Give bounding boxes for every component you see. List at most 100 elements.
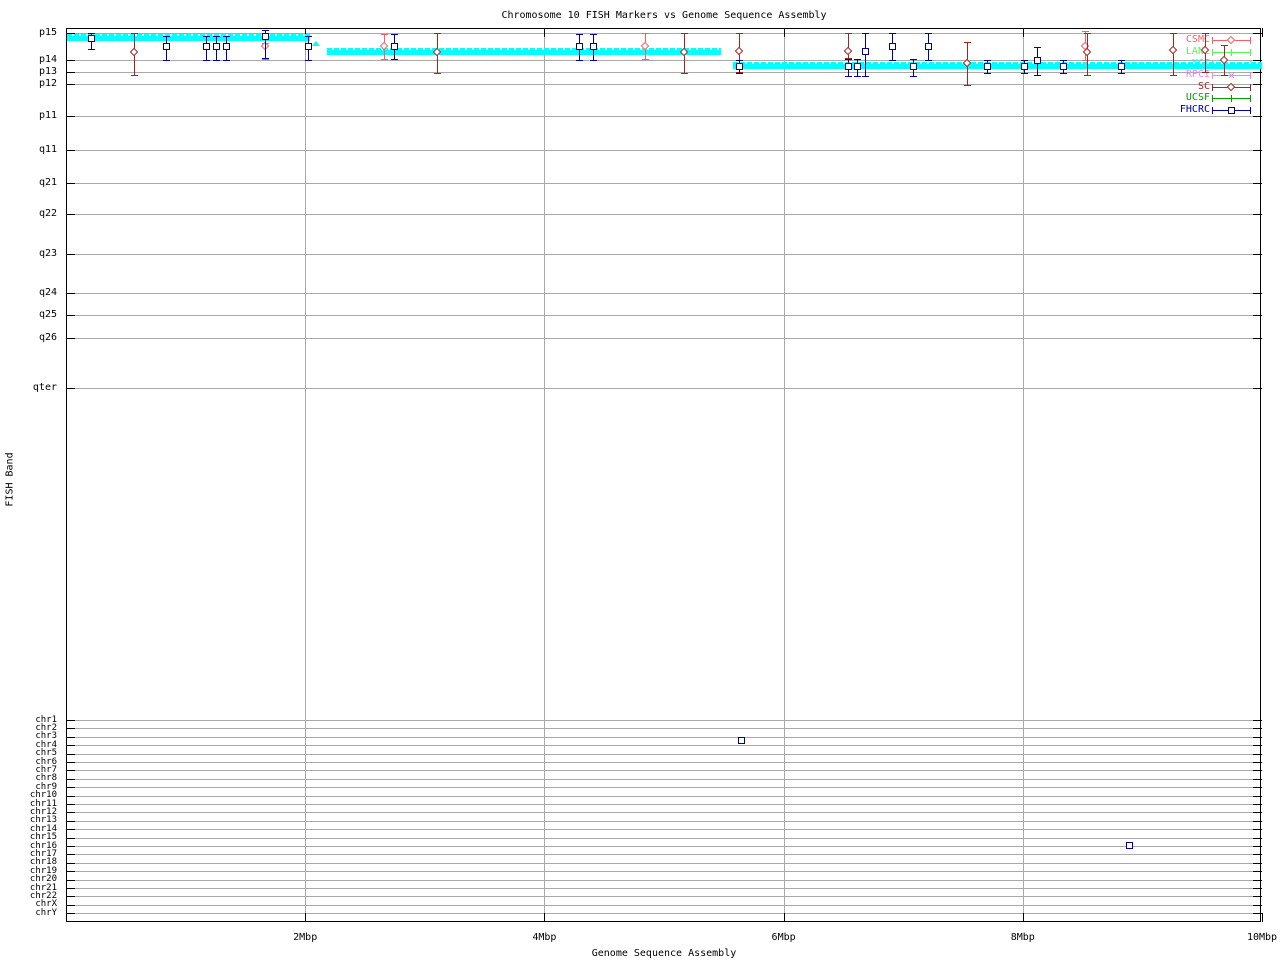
errorbar-cap-bottom <box>909 76 917 77</box>
y-tick-left <box>66 854 75 856</box>
y-tick-left <box>66 293 75 294</box>
y-tick-left <box>66 388 75 389</box>
legend-sample-cap <box>1212 37 1213 44</box>
legend-sample-cap <box>1250 72 1251 79</box>
y-tick-right <box>1253 879 1262 881</box>
y-tick-label-band: q22 <box>38 208 57 219</box>
grid-line-horizontal <box>66 812 1262 814</box>
x-tick-label: 2Mbp <box>293 932 318 943</box>
nci-band-notches <box>67 34 310 36</box>
errorbar-cap-top <box>736 33 744 34</box>
y-tick-left <box>66 888 75 889</box>
errorbar-cap-bottom <box>163 60 171 61</box>
y-tick-right <box>1253 254 1262 255</box>
grid-line-horizontal <box>66 888 1262 889</box>
errorbar-cap-bottom <box>1020 73 1028 74</box>
marker-square <box>261 33 269 40</box>
marker-triangle <box>311 41 320 46</box>
y-tick-left <box>66 84 75 85</box>
errorbar-cap-top <box>845 59 853 60</box>
y-tick-left <box>66 116 75 117</box>
y-tick-label-band: q25 <box>38 309 57 320</box>
marker-square <box>1020 63 1028 70</box>
x-tick-label: 6Mbp <box>771 932 796 943</box>
grid-line-horizontal <box>66 84 1262 85</box>
errorbar-cap-bottom <box>1117 73 1125 74</box>
y-tick-label-band: q21 <box>38 177 57 188</box>
grid-line-horizontal <box>66 804 1262 805</box>
y-tick-left <box>66 736 75 738</box>
errorbar-cap-bottom <box>1201 72 1209 73</box>
legend-sample-cap <box>1212 95 1213 102</box>
errorbar-cap-top <box>304 36 312 37</box>
errorbar-cap-bottom <box>983 73 991 74</box>
grid-line-horizontal <box>66 904 1262 906</box>
y-tick-right <box>1253 762 1262 763</box>
errorbar-cap-top <box>88 33 96 34</box>
marker-square <box>1117 63 1125 70</box>
marker-square <box>853 63 861 70</box>
x-tick-top <box>783 28 785 37</box>
y-tick-label-band: p11 <box>38 110 57 121</box>
errorbar-cap-bottom <box>223 60 231 61</box>
fish-marker-chart: Chromosome 10 FISH Markers vs Genome Seq… <box>0 0 1280 960</box>
y-tick-left <box>66 879 75 881</box>
marker-square <box>163 43 171 50</box>
y-tick-right <box>1253 388 1262 389</box>
grid-line-horizontal <box>66 896 1262 898</box>
errorbar-cap-bottom <box>576 60 584 61</box>
y-tick-right <box>1253 315 1262 316</box>
y-tick-left <box>66 214 75 215</box>
errorbar-cap-top <box>845 33 853 34</box>
y-tick-left <box>66 720 75 721</box>
x-tick-bottom <box>544 913 546 922</box>
grid-line-horizontal <box>66 720 1262 721</box>
errorbar-cap-bottom <box>963 85 971 86</box>
x-tick-label: 10Mbp <box>1246 932 1278 943</box>
y-tick-right <box>1253 862 1262 864</box>
errorbar-cap-top <box>909 59 917 60</box>
grid-line-horizontal <box>66 753 1262 755</box>
grid-line-horizontal <box>66 829 1262 831</box>
y-tick-label-chr: chrY <box>35 907 57 918</box>
chart-title: Chromosome 10 FISH Markers vs Genome Seq… <box>501 10 827 21</box>
x-tick-bottom <box>305 913 307 922</box>
errorbar-cap-bottom <box>1170 75 1178 76</box>
errorbar-cap-bottom <box>390 59 398 60</box>
x-tick-bottom <box>1022 913 1024 922</box>
errorbar-cap-bottom <box>304 60 312 61</box>
y-tick-right <box>1253 84 1262 85</box>
x-tick-label: 8Mbp <box>1010 932 1035 943</box>
y-tick-right <box>1253 745 1262 747</box>
errorbar-cap-bottom <box>861 76 869 77</box>
y-tick-label-band: p14 <box>38 54 57 65</box>
y-tick-right <box>1253 896 1262 898</box>
y-axis-title: FISH Band <box>4 452 16 507</box>
x-tick-top <box>544 28 546 37</box>
y-tick-left <box>66 753 75 755</box>
y-tick-left <box>66 72 75 73</box>
errorbar-cap-top <box>983 60 991 61</box>
y-tick-label-band: p13 <box>38 66 57 77</box>
errorbar-cap-bottom <box>845 76 853 77</box>
y-tick-right <box>1253 753 1262 755</box>
y-tick-left <box>66 862 75 864</box>
errorbar-cap-top <box>1020 60 1028 61</box>
y-tick-left <box>66 820 75 822</box>
marker-square <box>1060 63 1068 70</box>
marker-square <box>861 48 869 55</box>
y-tick-right <box>1253 116 1262 117</box>
errorbar-cap-top <box>131 33 139 34</box>
y-tick-left <box>66 254 75 255</box>
marker-square <box>1034 57 1042 64</box>
y-tick-right <box>1253 72 1262 73</box>
grid-line-horizontal <box>66 913 1262 915</box>
marker-square <box>212 43 220 50</box>
marker-plus-v <box>1231 49 1232 56</box>
y-tick-right <box>1253 338 1262 339</box>
y-tick-label-band: qter <box>32 382 57 393</box>
y-tick-right <box>1253 720 1262 721</box>
errorbar-cap-bottom <box>590 60 598 61</box>
y-tick-left <box>66 837 75 839</box>
y-tick-right <box>1253 871 1262 873</box>
